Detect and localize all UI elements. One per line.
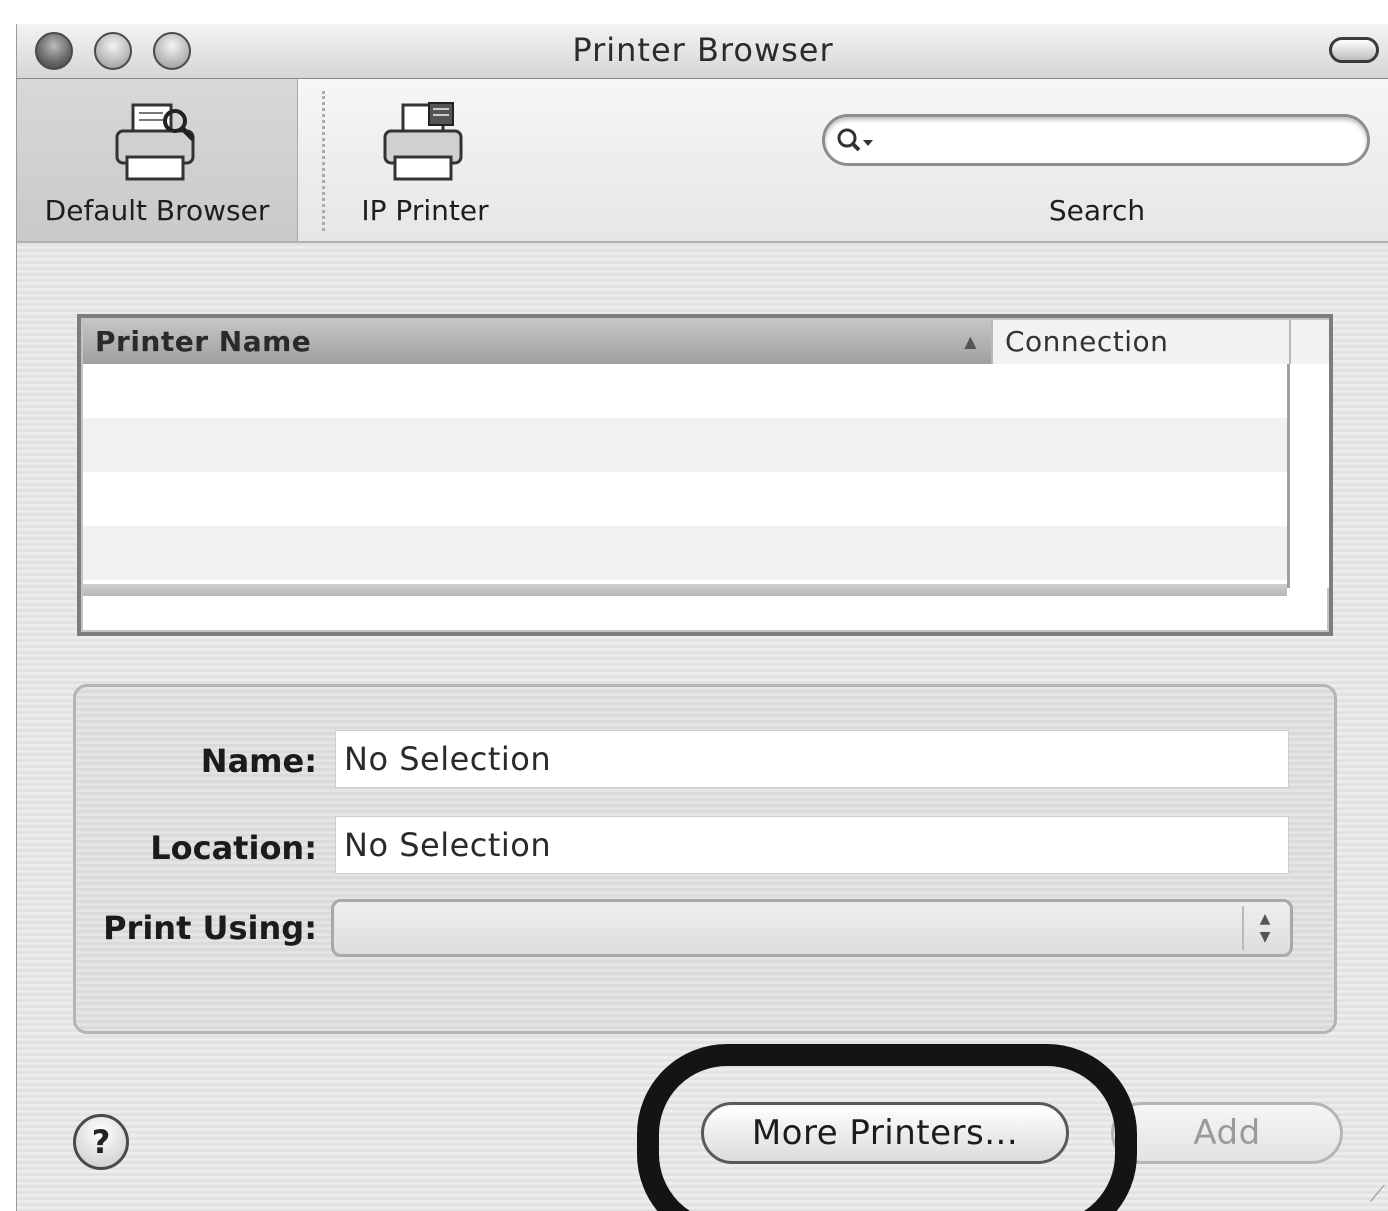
location-label: Location: bbox=[150, 829, 317, 867]
title-bar: Printer Browser bbox=[17, 24, 1388, 79]
column-header-corner bbox=[1289, 320, 1329, 364]
printer-list-table: Printer Name ▲ Connection bbox=[77, 314, 1333, 636]
toolbar-toggle-button[interactable] bbox=[1329, 37, 1379, 63]
search-input[interactable] bbox=[822, 114, 1370, 166]
sort-ascending-icon: ▲ bbox=[964, 332, 977, 351]
table-row[interactable] bbox=[83, 472, 1287, 526]
add-button[interactable]: Add bbox=[1111, 1102, 1343, 1164]
toolbar-separator bbox=[322, 91, 325, 231]
toolbar-default-browser-label: Default Browser bbox=[44, 194, 270, 227]
printer-list-rows bbox=[83, 364, 1287, 588]
window-title: Printer Browser bbox=[572, 31, 834, 69]
ip-printer-icon bbox=[379, 101, 471, 189]
column-header-connection[interactable]: Connection bbox=[991, 320, 1289, 364]
toolbar-default-browser[interactable]: Default Browser bbox=[17, 79, 298, 241]
help-button[interactable]: ? bbox=[73, 1114, 129, 1170]
highlight-circle-annotation bbox=[637, 1044, 1137, 1211]
horizontal-scrollbar[interactable] bbox=[83, 584, 1287, 596]
magnifier-icon[interactable] bbox=[835, 126, 881, 160]
printer-browser-icon bbox=[111, 101, 203, 189]
toolbar-ip-printer[interactable]: IP Printer bbox=[335, 79, 515, 241]
printer-browser-window: Printer Browser Default Browser IP Print… bbox=[16, 24, 1388, 1211]
print-using-label: Print Using: bbox=[103, 909, 317, 947]
toolbar-ip-printer-label: IP Printer bbox=[361, 194, 489, 227]
name-field: No Selection bbox=[335, 730, 1289, 788]
table-row[interactable] bbox=[83, 418, 1287, 472]
location-field: No Selection bbox=[335, 816, 1289, 874]
search-label: Search bbox=[1048, 194, 1146, 227]
column-header-connection-label: Connection bbox=[1005, 325, 1169, 358]
name-label: Name: bbox=[200, 742, 317, 780]
print-using-select[interactable]: ▲ ▼ bbox=[331, 899, 1293, 957]
column-header-printer-name[interactable]: Printer Name ▲ bbox=[83, 320, 991, 364]
vertical-scrollbar[interactable] bbox=[1287, 364, 1329, 588]
updown-arrows-icon: ▲ ▼ bbox=[1242, 906, 1286, 950]
table-row[interactable] bbox=[83, 364, 1287, 418]
resize-grip-icon[interactable]: ⟋ bbox=[1370, 1182, 1385, 1207]
table-row[interactable] bbox=[83, 526, 1287, 580]
column-header-printer-name-label: Printer Name bbox=[95, 325, 312, 358]
